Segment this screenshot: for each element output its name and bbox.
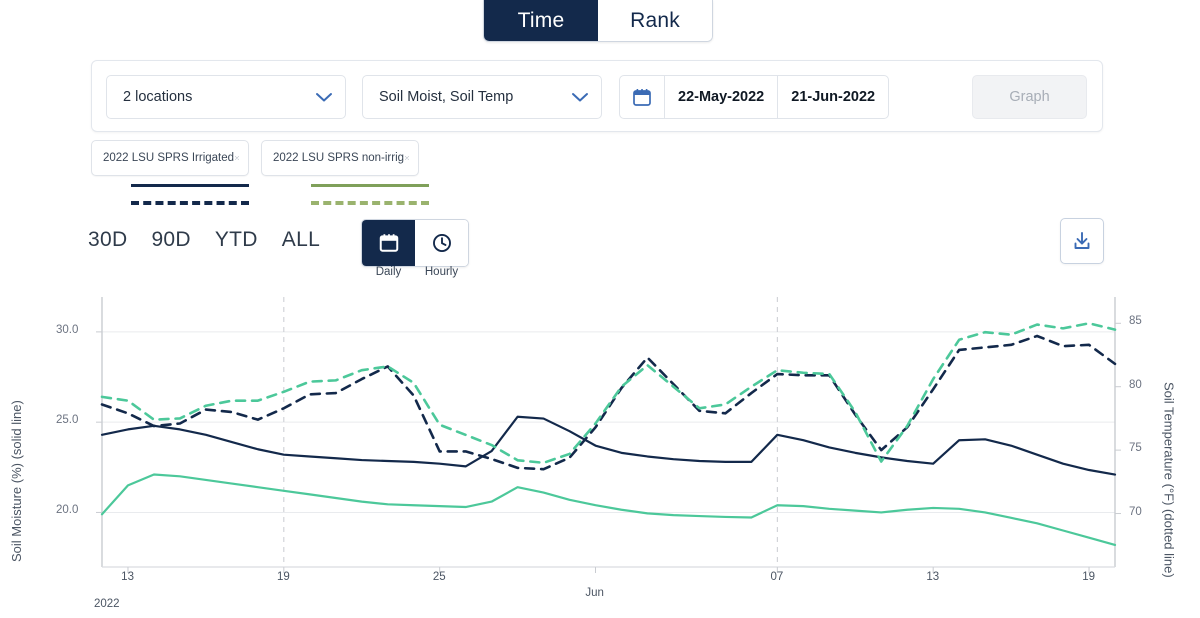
- x-axis-tick-label: 13: [926, 571, 940, 583]
- x-axis-tick-label: Jun: [585, 587, 604, 599]
- legend-solid-line: [131, 184, 249, 187]
- axis-tick-label: 25.0: [56, 414, 79, 427]
- line-chart-plot: [96, 297, 1121, 573]
- location-chip[interactable]: 2022 LSU SPRS non-irrig: [261, 140, 419, 176]
- axis-tick-label: 80: [1129, 378, 1142, 391]
- soil-graph-page: Time Rank 2 locations Soil Moist, Soil T…: [0, 0, 1200, 618]
- axis-tick-label: 85: [1129, 315, 1142, 328]
- range-button-30d[interactable]: 30D: [76, 228, 139, 252]
- download-icon: [1074, 232, 1090, 249]
- frequency-hourly-label: Hourly: [424, 266, 459, 278]
- close-icon[interactable]: [234, 151, 240, 165]
- date-range-picker[interactable]: 22-May-2022 21-Jun-2022: [619, 75, 890, 119]
- location-chip-label: 2022 LSU SPRS Irrigated: [103, 152, 235, 164]
- frequency-toggle[interactable]: [361, 219, 469, 267]
- y-axis-right-title: Soil Temperature (°F) (dotted line): [1161, 382, 1177, 578]
- locations-select[interactable]: 2 locations: [106, 75, 346, 119]
- axis-tick-label: 75: [1129, 442, 1142, 455]
- x-axis-tick-label: 25: [432, 571, 446, 583]
- locations-select-value: 2 locations: [123, 89, 193, 105]
- x-axis-tick-label: 07: [770, 571, 784, 583]
- chevron-down-icon: [316, 93, 332, 102]
- clock-icon: [432, 234, 451, 252]
- calendar-icon: [633, 89, 651, 106]
- close-icon[interactable]: [404, 151, 410, 165]
- x-axis-tick-label: 19: [277, 571, 290, 583]
- location-chip[interactable]: 2022 LSU SPRS Irrigated: [91, 140, 249, 176]
- legend-dashed-line: [311, 201, 429, 205]
- date-range-end[interactable]: 21-Jun-2022: [777, 76, 888, 118]
- tab-time[interactable]: Time: [484, 0, 598, 41]
- view-mode-toggle[interactable]: Time Rank: [483, 0, 713, 42]
- frequency-daily-label: Daily: [375, 266, 402, 278]
- calendar-icon-button[interactable]: [620, 76, 664, 118]
- graph-button[interactable]: Graph: [972, 75, 1087, 119]
- range-buttons: 30D 90D YTD ALL: [76, 228, 332, 252]
- axis-tick-label: 20.0: [56, 504, 79, 517]
- location-chip-label: 2022 LSU SPRS non-irrig: [273, 152, 405, 164]
- chevron-down-icon: [572, 93, 588, 102]
- date-range-start[interactable]: 22-May-2022: [664, 76, 777, 118]
- range-button-ytd[interactable]: YTD: [203, 228, 270, 252]
- calendar-icon: [379, 234, 398, 252]
- x-axis-year-label: 2022: [94, 598, 120, 610]
- frequency-daily-button[interactable]: [362, 220, 415, 266]
- tab-rank[interactable]: Rank: [598, 0, 712, 41]
- axis-tick-label: 70: [1129, 505, 1142, 518]
- legend-dashed-line: [131, 201, 249, 205]
- metrics-select[interactable]: Soil Moist, Soil Temp: [362, 75, 602, 119]
- frequency-hourly-button[interactable]: [415, 220, 468, 266]
- chart-area: Soil Moisture (%) (solid line) Soil Temp…: [0, 295, 1200, 618]
- legend-swatch-non-irrigated: [311, 184, 429, 205]
- metrics-select-value: Soil Moist, Soil Temp: [379, 89, 514, 105]
- legend-solid-line: [311, 184, 429, 187]
- download-button[interactable]: [1060, 218, 1104, 264]
- y-axis-left-title: Soil Moisture (%) (solid line): [9, 400, 24, 562]
- controls-panel: 2 locations Soil Moist, Soil Temp 22-May…: [91, 60, 1103, 132]
- axis-tick-label: 30.0: [56, 323, 79, 336]
- range-button-all[interactable]: ALL: [270, 228, 332, 252]
- legend-swatch-irrigated: [131, 184, 249, 205]
- range-button-90d[interactable]: 90D: [139, 228, 202, 252]
- x-axis-tick-label: 13: [121, 571, 134, 583]
- x-axis-tick-label: 19: [1082, 571, 1096, 583]
